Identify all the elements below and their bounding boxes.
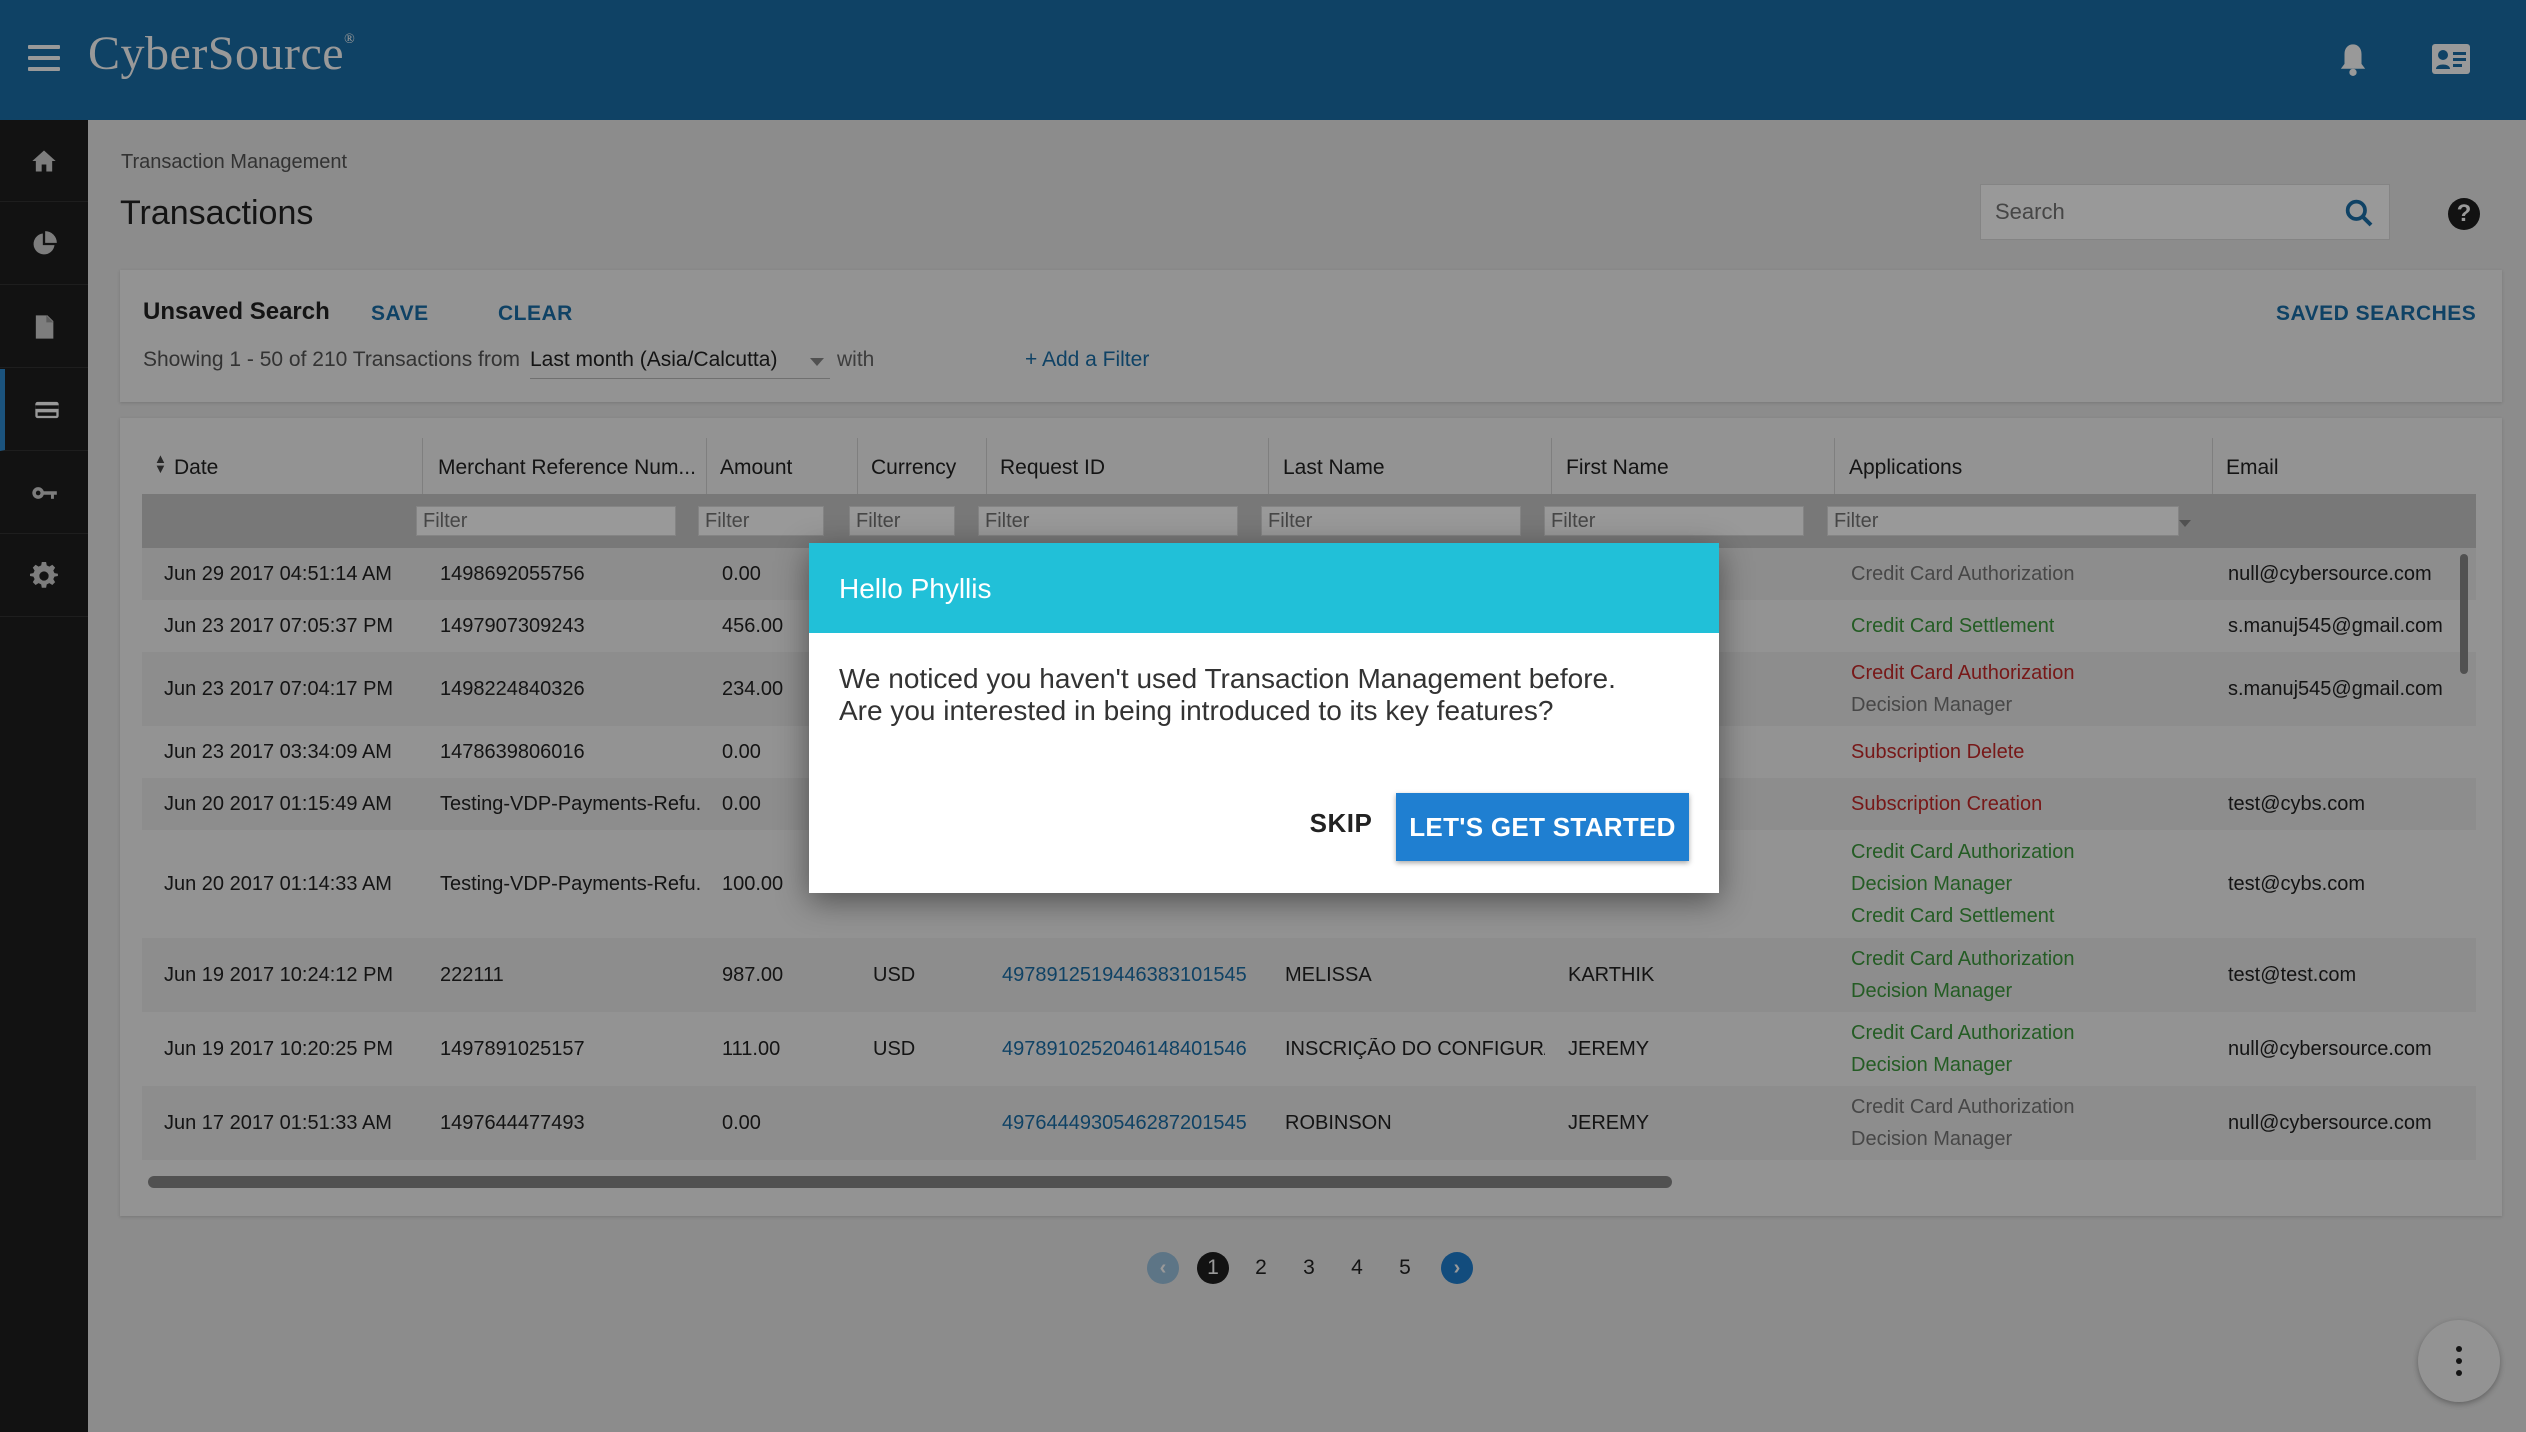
intro-dialog: Hello Phyllis We noticed you haven't use… — [809, 543, 1719, 893]
get-started-button[interactable]: LET'S GET STARTED — [1396, 793, 1689, 861]
dialog-title: Hello Phyllis — [809, 543, 1719, 633]
skip-button[interactable]: SKIP — [1271, 791, 1411, 855]
dialog-message: We noticed you haven't used Transaction … — [839, 663, 1616, 726]
